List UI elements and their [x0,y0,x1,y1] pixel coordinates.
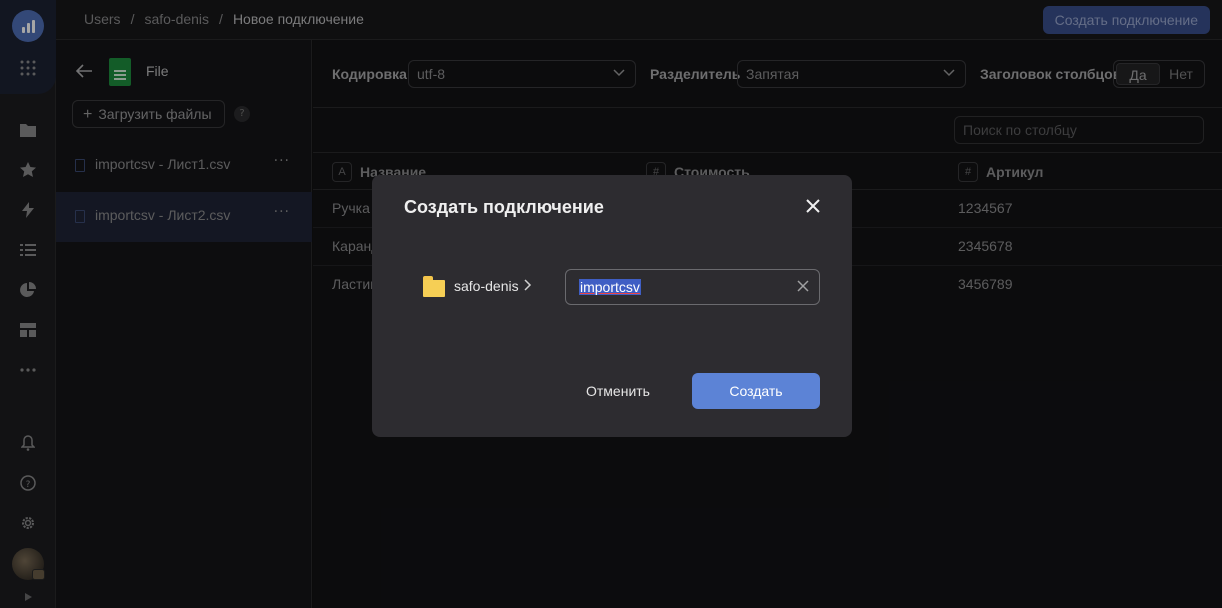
connection-name-input[interactable]: importcsv [565,269,820,305]
create-button[interactable]: Создать [692,373,820,409]
folder-icon [423,276,445,297]
create-connection-dialog: Создать подключение safo-denis importcsv… [372,175,852,437]
cancel-button[interactable]: Отменить [574,373,662,409]
folder-path[interactable]: safo-denis [454,278,519,294]
connection-name-value: importcsv [579,279,641,295]
chevron-right-icon[interactable] [524,276,532,295]
clear-icon[interactable] [797,277,809,296]
dialog-title: Создать подключение [404,197,604,217]
close-icon[interactable] [803,197,823,217]
